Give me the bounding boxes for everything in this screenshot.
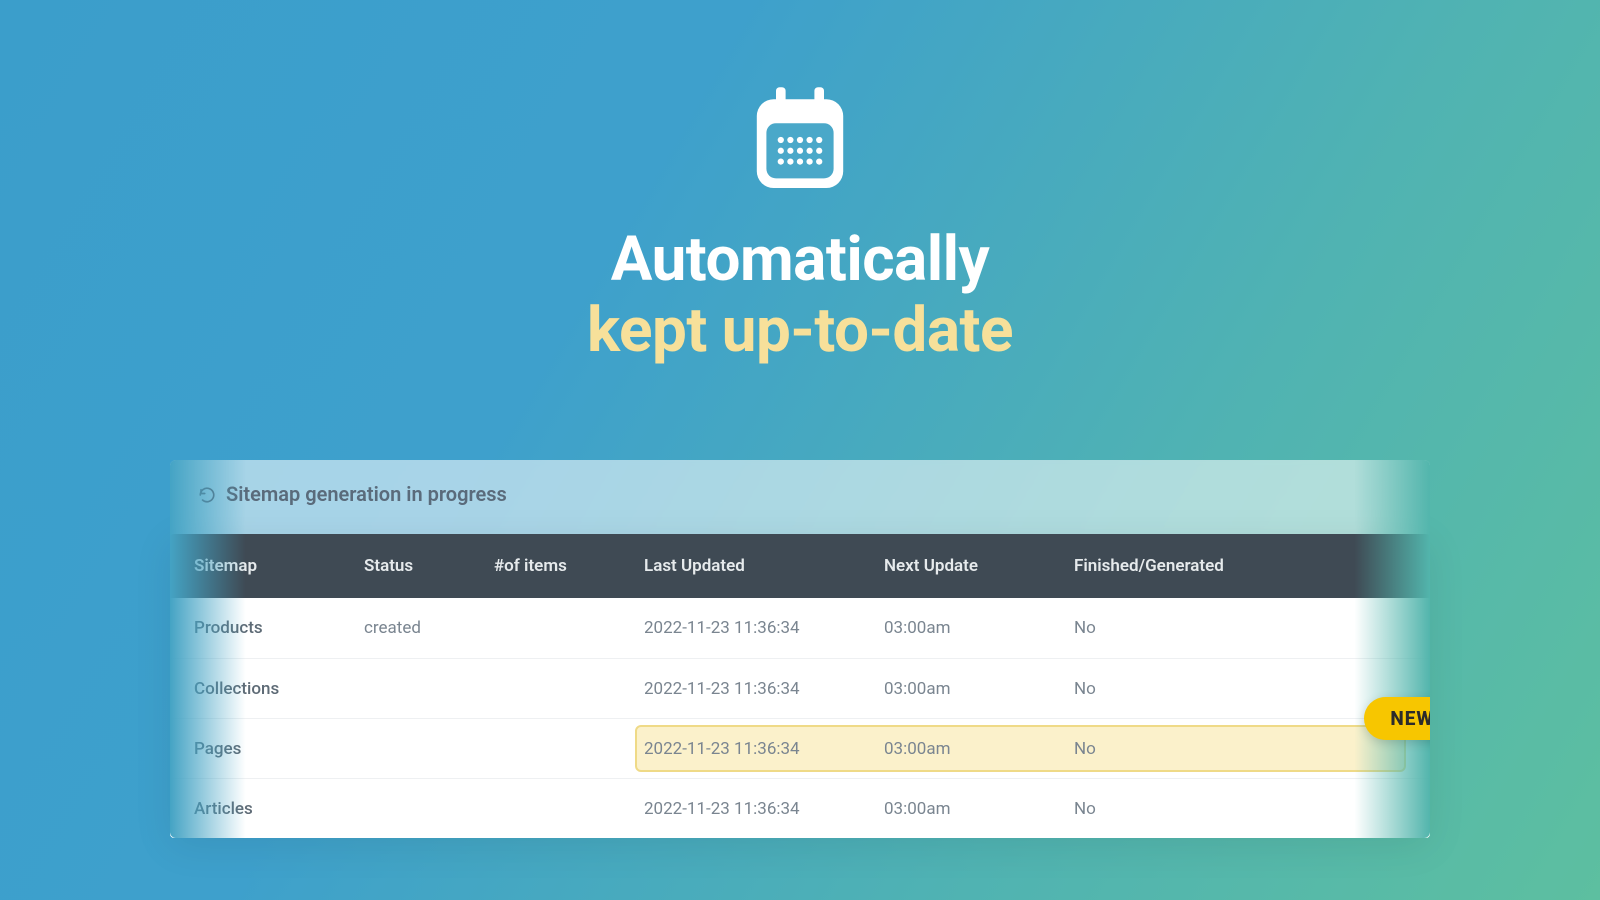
cell-sitemap: Articles: [194, 799, 364, 819]
col-sitemap: Sitemap: [194, 556, 364, 576]
table-header: Sitemap Status #of items Last Updated Ne…: [170, 534, 1430, 598]
cell-sitemap: Pages: [194, 739, 364, 759]
cell-next-update: 03:00am: [884, 618, 1074, 638]
cell-next-update: 03:00am: [884, 739, 1074, 759]
cell-finished: No: [1074, 739, 1334, 759]
cell-last-updated: 2022-11-23 11:36:34: [644, 679, 884, 699]
cell-last-updated: 2022-11-23 11:36:34: [644, 618, 884, 638]
table-row: Collections 2022-11-23 11:36:34 03:00am …: [170, 658, 1430, 718]
sitemap-panel: Sitemap generation in progress Sitemap S…: [170, 460, 1430, 838]
col-items: #of items: [494, 556, 644, 576]
col-next-update: Next Update: [884, 556, 1074, 576]
col-last-updated: Last Updated: [644, 556, 884, 576]
hero-section: Automatically kept up-to-date: [0, 0, 1600, 367]
cell-finished: No: [1074, 799, 1334, 819]
status-banner: Sitemap generation in progress: [170, 460, 1430, 534]
status-text: Sitemap generation in progress: [226, 482, 507, 506]
col-status: Status: [364, 556, 494, 576]
table-row: Products created 2022-11-23 11:36:34 03:…: [170, 598, 1430, 658]
calendar-icon: [740, 80, 860, 204]
sitemap-table: Sitemap Status #of items Last Updated Ne…: [170, 534, 1430, 838]
hero-line2: kept up-to-date: [0, 295, 1600, 366]
cell-status: created: [364, 618, 494, 638]
col-finished: Finished/Generated: [1074, 556, 1334, 576]
cell-last-updated: 2022-11-23 11:36:34: [644, 739, 884, 759]
table-row: NEW Pages 2022-11-23 11:36:34 03:00am No: [170, 718, 1430, 778]
cell-last-updated: 2022-11-23 11:36:34: [644, 799, 884, 819]
cell-next-update: 03:00am: [884, 679, 1074, 699]
cell-sitemap: Collections: [194, 679, 364, 699]
cell-sitemap: Products: [194, 618, 364, 638]
refresh-icon: [198, 485, 216, 503]
cell-finished: No: [1074, 618, 1334, 638]
hero-headline: Automatically kept up-to-date: [0, 224, 1600, 367]
table-row: Articles 2022-11-23 11:36:34 03:00am No: [170, 778, 1430, 838]
table-body: Products created 2022-11-23 11:36:34 03:…: [170, 598, 1430, 838]
cell-next-update: 03:00am: [884, 799, 1074, 819]
cell-finished: No: [1074, 679, 1334, 699]
new-badge: NEW: [1364, 697, 1430, 740]
hero-line1: Automatically: [0, 224, 1600, 295]
